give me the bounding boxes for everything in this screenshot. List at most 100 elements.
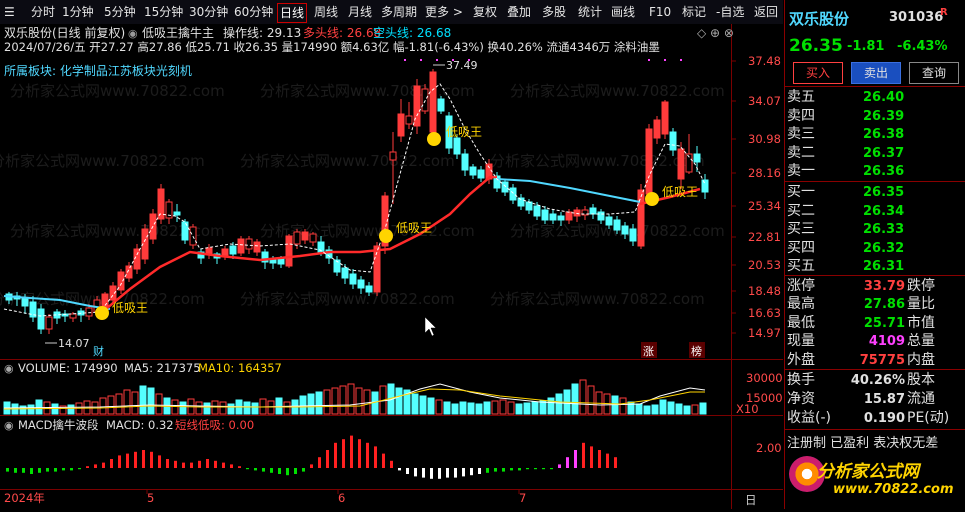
sell-level-row[interactable]: 卖四 26.39 [785,107,965,126]
macd-bar [54,468,57,472]
macd-bar [582,442,585,468]
r-flag: R [940,7,948,18]
macd-bar [414,468,417,477]
volume-bar [443,401,451,415]
volume-bar [531,401,539,415]
buy-button[interactable]: 买入 [793,62,843,84]
stock-code: 301036 [889,10,944,25]
dropdown-icon[interactable]: ◉ [128,27,138,40]
volume-bar [323,389,331,415]
tab-multiperiod[interactable]: 多周期 [379,3,419,21]
tab-weekly[interactable]: 周线 [312,3,340,21]
tab-monthly[interactable]: 月线 [346,3,374,21]
sell-level-row[interactable]: 卖一 26.36 [785,162,965,181]
volume-bar [123,389,131,415]
macd-bar [230,464,233,468]
watermark-text: 分析家公式网www.70822.com [240,152,455,170]
macd-bar [486,468,489,473]
statistics-button[interactable]: 统计 [576,3,604,21]
buy-level-row[interactable]: 买一 26.35 [785,183,965,202]
draw-line-button[interactable]: 画线 [609,3,637,21]
macd-short: 短线低吸: 0.00 [175,418,254,432]
macd-bars [6,435,617,479]
macd-bar [246,468,249,470]
rank-marker[interactable]: 榜 [691,344,702,358]
volume-bar [475,403,483,415]
macd-bar [318,457,321,468]
price-tick: 28.16 [748,166,781,180]
tab-5min[interactable]: 5分钟 [102,3,138,21]
macd-bar [422,468,425,478]
restore-rights-button[interactable]: 复权 [471,3,499,21]
tab-30min[interactable]: 30分钟 [187,3,230,21]
sell-level-row[interactable]: 卖二 26.37 [785,144,965,163]
multi-stock-button[interactable]: 多股 [540,3,568,21]
sell-level-row[interactable]: 卖五 26.40 [785,88,965,107]
self-select-button[interactable]: -自选 [714,3,746,21]
price-change: -1.81 [847,39,885,54]
volume-bar [27,404,35,415]
buy-level-row[interactable]: 买五 26.31 [785,257,965,276]
macd-bar [574,450,577,468]
stat-value: 33.79 [863,279,905,294]
chart-area[interactable]: 分析家公式网www.70822.com 分析家公式网www.70822.com … [0,24,783,509]
f10-button[interactable]: F10 [647,3,673,21]
tab-timeshare[interactable]: 分时 [29,3,57,21]
svg-text:低吸王: 低吸王 [112,301,148,315]
query-button[interactable]: 查询 [909,62,959,84]
macd-bar [494,468,497,472]
volume-bar [699,402,707,415]
volume-bar [179,401,187,415]
volume-bar [523,402,531,415]
order-price: 26.37 [863,145,905,161]
volume-bar [203,402,211,415]
kline-chart[interactable]: 分析家公式网www.70822.com 分析家公式网www.70822.com … [0,24,783,509]
macd-bar [46,468,49,472]
limit-up-marker[interactable]: 涨 [643,345,654,358]
volume-dropdown-icon[interactable]: ◉ [4,362,14,375]
stat-value: 15.87 [863,392,905,407]
buy-level-row[interactable]: 买二 26.34 [785,202,965,221]
time-tick: 日 [745,493,757,507]
mark-button[interactable]: 标记 [680,3,708,21]
stock-name: 双乐股份 [789,10,850,28]
stat-value: 25.71 [863,315,905,331]
buy-level-row[interactable]: 买三 26.33 [785,220,965,239]
buy-level-row[interactable]: 买四 26.32 [785,239,965,258]
sell-button[interactable]: 卖出 [851,62,901,84]
volume-bar [363,389,371,415]
macd-bar [270,468,273,473]
stat-label: PE(动) [907,410,950,426]
order-price: 26.34 [863,203,905,219]
brand-name: 分析家公式网 [817,462,919,482]
menu-icon[interactable]: ☰ [2,3,17,21]
stat-value: 40.26% [850,373,905,388]
macd-bar [550,468,553,470]
sell-level-row[interactable]: 卖三 26.38 [785,125,965,144]
macd-bar [94,464,97,468]
tab-daily[interactable]: 日线 [277,3,308,23]
volume-bar [243,401,251,415]
svg-text:低吸王: 低吸王 [662,185,698,199]
tab-1min[interactable]: 1分钟 [60,3,96,21]
tab-15min[interactable]: 15分钟 [142,3,185,21]
macd-bar [214,460,217,468]
macd-dropdown-icon[interactable]: ◉ [4,419,14,432]
tab-60min[interactable]: 60分钟 [232,3,275,21]
macd-bar [158,455,161,468]
macd-bar [302,468,305,472]
low-annotation: 14.07 [58,337,90,350]
overlay-button[interactable]: 叠加 [505,3,533,21]
macd-bar [86,466,89,468]
volume-bar [307,393,315,415]
tab-more[interactable]: 更多 > [423,3,465,21]
macd-bar [446,468,449,478]
window-controls-icon[interactable]: ◇ ⊕ ⊗ [697,26,734,40]
time-tick: 5 [147,491,154,505]
macd-bar [262,468,265,472]
volume-bar [515,403,523,415]
macd-bar [150,451,153,468]
back-button[interactable]: 返回 [752,3,780,21]
macd-bar [390,460,393,468]
finance-marker[interactable]: 财 [93,344,104,358]
